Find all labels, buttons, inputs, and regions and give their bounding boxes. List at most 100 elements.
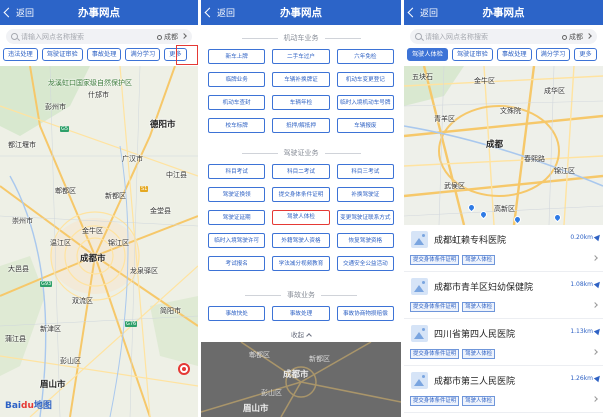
item-button[interactable]: 考试报名: [208, 256, 266, 271]
location-icon: [157, 35, 162, 40]
search-input[interactable]: 请输入网点名称搜索 成都: [6, 29, 192, 44]
screen-results: 返回 办事网点 请输入网点名称搜索 成都 驾驶人体检 驾驶证审验 事故处理 满分…: [404, 0, 603, 417]
item-button[interactable]: 科目二考试: [272, 164, 330, 179]
item-button[interactable]: 恢复驾驶资格: [336, 233, 394, 248]
map-label: 广汉市: [122, 155, 143, 163]
service-tag: 驾驶人体检: [462, 302, 496, 312]
road-sign: G76: [125, 321, 138, 327]
chip-4[interactable]: 满分学习: [125, 48, 161, 61]
map-label: 锦江区: [108, 239, 129, 247]
map-label: 温江区: [50, 239, 71, 247]
section-title-vehicle: 机动车业务: [201, 33, 401, 43]
item-button[interactable]: 补换驾驶证: [336, 187, 394, 202]
section-title-accident: 事故业务: [201, 290, 401, 300]
item-button[interactable]: 事故快处: [208, 306, 266, 321]
map-label-chengdu: 成都市: [283, 370, 309, 380]
navigate-icon[interactable]: [593, 373, 603, 383]
item-button[interactable]: 机动车查封: [208, 95, 266, 110]
item-button[interactable]: 车辆报废: [336, 118, 394, 133]
map-label: 彭山区: [60, 357, 81, 365]
map-label: 什邡市: [88, 91, 109, 99]
navigate-icon[interactable]: [593, 232, 603, 242]
list-item[interactable]: 成都市青羊区妇幼保健院 1.08km 提交身体条件证明 驾驶人体检: [404, 272, 603, 319]
item-button[interactable]: 科目考试: [208, 164, 266, 179]
chevron-down-icon: [181, 33, 187, 39]
item-button[interactable]: 校车标牌: [208, 118, 266, 133]
map-label: 大邑县: [8, 265, 29, 273]
more-chip-highlight: [176, 45, 198, 65]
locate-me-button[interactable]: [178, 363, 190, 375]
screen-map-default: 返回 办事网点 请输入网点名称搜索 成都 违法处理 驾驶证审验 事故处理 满分学…: [0, 0, 198, 417]
chip-3[interactable]: 事故处理: [86, 48, 122, 61]
map-roads: [404, 66, 603, 225]
item-button[interactable]: 临时入境机动车号牌: [336, 95, 394, 110]
item-button[interactable]: 机动车变更登记: [336, 72, 394, 87]
item-button[interactable]: 驾驶证延期: [208, 210, 266, 225]
navigate-icon[interactable]: [593, 326, 603, 336]
item-button[interactable]: 学法减分视频教育: [272, 256, 330, 271]
location-icon: [562, 35, 567, 40]
list-item[interactable]: 四川省第四人民医院 1.13km 提交身体条件证明 驾驶人体检: [404, 319, 603, 366]
map-label: 成华区: [544, 87, 565, 95]
search-placeholder: 请输入网点名称搜索: [425, 32, 488, 41]
chip-selected[interactable]: 驾驶人体检: [407, 48, 448, 61]
item-button[interactable]: 临牌业务: [208, 72, 266, 87]
item-button[interactable]: 临时入境驾驶许可: [208, 233, 266, 248]
outlet-distance: 0.20km: [570, 234, 593, 241]
service-tag: 提交身体条件证明: [410, 255, 460, 265]
item-button[interactable]: 驾驶证换领: [208, 187, 266, 202]
outlet-distance: 1.13km: [570, 328, 593, 335]
map-label: 锦江区: [554, 167, 575, 175]
item-button[interactable]: 车辆补换牌证: [272, 72, 330, 87]
item-button[interactable]: 交通安全公益活动: [336, 256, 394, 271]
section-title-license: 驾驶证业务: [201, 148, 401, 158]
service-tags: 提交身体条件证明 驾驶人体检: [410, 255, 496, 265]
map-label: 彭州市: [45, 103, 66, 111]
chip-2[interactable]: 驾驶证审验: [41, 48, 83, 61]
item-button[interactable]: 事故协商物损赔偿: [336, 306, 394, 321]
filter-chips: 违法处理 驾驶证审验 事故处理 满分学习 更多: [0, 48, 198, 64]
chip-3[interactable]: 事故处理: [496, 48, 532, 61]
item-button[interactable]: 六年免检: [336, 49, 394, 64]
list-item[interactable]: 成都虹赖专科医院 0.20km 提交身体条件证明 驾驶人体检: [404, 225, 603, 272]
chip-1[interactable]: 违法处理: [3, 48, 38, 61]
item-button[interactable]: 二手车过户: [272, 49, 330, 64]
map-overlay-dimmed[interactable]: 郫都区 新都区 成都市 彭山区 眉山市: [201, 342, 401, 417]
item-button[interactable]: 变更驾驶证联系方式: [336, 210, 394, 225]
collapse-button[interactable]: 收起: [201, 329, 401, 339]
nav-bar: 返回 办事网点: [201, 0, 401, 25]
search-input[interactable]: 请输入网点名称搜索 成都: [410, 29, 597, 44]
service-tag: 提交身体条件证明: [410, 349, 460, 359]
chip-2[interactable]: 驾驶证审验: [451, 48, 493, 61]
item-button[interactable]: 提交身体条件证明: [272, 187, 330, 202]
map-label-meishan: 眉山市: [40, 380, 66, 390]
map-label: 春熙路: [524, 155, 545, 163]
filter-chips: 驾驶人体检 驾驶证审验 事故处理 满分学习 更多: [404, 48, 603, 64]
item-button[interactable]: 车辆年检: [272, 95, 330, 110]
map-view[interactable]: 龙溪虹口国家级自然保护区 彭州市 什邡市 德阳市 广汉市 中江县 都江堰市 郫都…: [0, 66, 198, 417]
service-tags: 提交身体条件证明 驾驶人体检: [410, 349, 496, 359]
map-label: 双流区: [72, 297, 93, 305]
map-label: 金堂县: [150, 207, 171, 215]
navigate-icon[interactable]: [593, 279, 603, 289]
outlet-name: 成都市青羊区妇幼保健院: [434, 283, 534, 293]
accident-grid: 事故快处 事故处理 事故协商物损赔偿: [208, 306, 394, 321]
nav-bar: 返回 办事网点: [0, 0, 198, 25]
city-selector[interactable]: 成都: [562, 32, 583, 42]
map-label: 都江堰市: [8, 141, 36, 149]
chip-4[interactable]: 满分学习: [535, 48, 571, 61]
list-item[interactable]: 成都市第三人民医院 1.26km 提交身体条件证明 驾驶人体检: [404, 366, 603, 413]
item-button[interactable]: 抵押/解抵押: [272, 118, 330, 133]
item-button-driver-checkup[interactable]: 驾驶人体检: [272, 210, 330, 225]
map-label: 高新区: [494, 205, 515, 213]
item-button[interactable]: 事故处理: [272, 306, 330, 321]
item-button[interactable]: 新车上牌: [208, 49, 266, 64]
city-selector[interactable]: 成都: [157, 32, 178, 42]
item-button[interactable]: 科目三考试: [336, 164, 394, 179]
chip-more[interactable]: 更多: [574, 48, 597, 61]
license-grid: 科目考试 科目二考试 科目三考试 驾驶证换领 提交身体条件证明 补换驾驶证 驾驶…: [208, 164, 394, 271]
map-view[interactable]: 五块石 金牛区 成华区 青羊区 文殊院 成都 春熙路 锦江区 武侯区 高新区: [404, 66, 603, 225]
map-label: 中江县: [166, 171, 187, 179]
outlet-name: 四川省第四人民医院: [434, 330, 516, 340]
item-button[interactable]: 外籍驾驶人资格: [272, 233, 330, 248]
